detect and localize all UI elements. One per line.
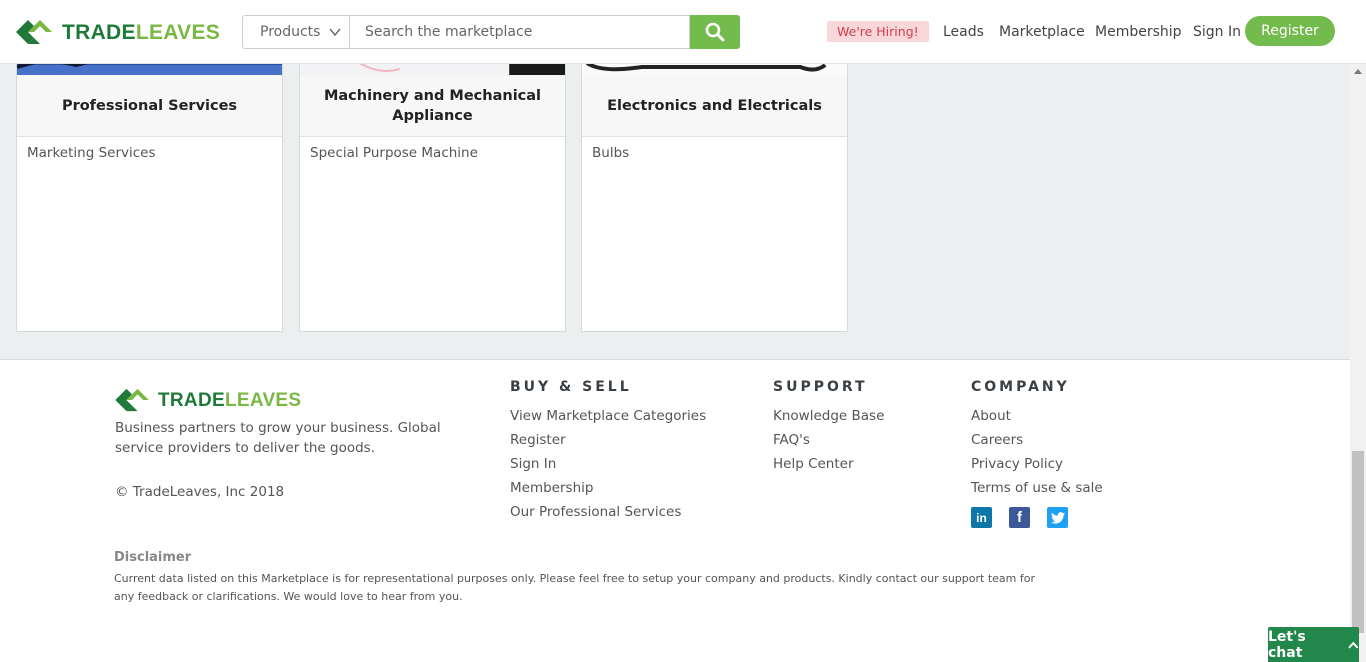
nav-sign-in[interactable]: Sign In bbox=[1193, 23, 1241, 41]
logo-text: TRADELEAVES bbox=[62, 22, 220, 43]
category-card-electronics[interactable]: Electronics and Electricals Bulbs bbox=[581, 54, 848, 332]
scrollbar-thumb[interactable] bbox=[1352, 451, 1364, 633]
nav-leads[interactable]: Leads bbox=[943, 23, 984, 41]
footer-link-careers[interactable]: Careers bbox=[971, 431, 1023, 449]
disclaimer-title: Disclaimer bbox=[114, 550, 192, 565]
category-title[interactable]: Machinery and Mechanical Appliance bbox=[300, 75, 565, 137]
logo-mark-icon bbox=[16, 20, 52, 44]
footer-link-faqs[interactable]: FAQ's bbox=[773, 431, 810, 449]
site-logo[interactable]: TRADELEAVES bbox=[16, 18, 220, 46]
footer-link-help-center[interactable]: Help Center bbox=[773, 455, 854, 473]
search-category-select[interactable]: Products bbox=[242, 15, 349, 49]
site-header: TRADELEAVES Products We're Hiring! Leads… bbox=[0, 0, 1366, 64]
chevron-down-icon bbox=[329, 28, 341, 37]
footer-logo[interactable]: TRADELEAVES bbox=[115, 387, 301, 413]
category-subitem[interactable]: Special Purpose Machine bbox=[310, 145, 478, 161]
disclaimer-text: Current data listed on this Marketplace … bbox=[114, 572, 1035, 603]
scroll-up-arrow-icon[interactable] bbox=[1354, 68, 1362, 74]
footer-link-knowledge-base[interactable]: Knowledge Base bbox=[773, 407, 884, 425]
hiring-badge[interactable]: We're Hiring! bbox=[827, 21, 929, 42]
footer-company-title: COMPANY bbox=[971, 379, 1070, 395]
category-subitem[interactable]: Marketing Services bbox=[27, 145, 156, 161]
category-title[interactable]: Professional Services bbox=[17, 75, 282, 137]
footer-support-title: SUPPORT bbox=[773, 379, 868, 395]
search-bar: Products bbox=[242, 15, 740, 49]
logo-text-trade: TRADE bbox=[62, 20, 136, 44]
search-category-value: Products bbox=[260, 24, 321, 40]
search-button[interactable] bbox=[690, 15, 740, 49]
twitter-icon[interactable] bbox=[1047, 507, 1068, 528]
nav-marketplace[interactable]: Marketplace bbox=[999, 23, 1085, 41]
register-button[interactable]: Register bbox=[1245, 16, 1335, 46]
category-subitem[interactable]: Bulbs bbox=[592, 145, 629, 161]
chevron-up-icon bbox=[1348, 641, 1359, 649]
nav-membership[interactable]: Membership bbox=[1095, 23, 1182, 41]
category-title[interactable]: Electronics and Electricals bbox=[582, 75, 847, 137]
footer-link-terms[interactable]: Terms of use & sale bbox=[971, 479, 1103, 497]
search-icon bbox=[705, 22, 725, 42]
page-scrollbar[interactable] bbox=[1350, 64, 1366, 662]
footer-link-sign-in[interactable]: Sign In bbox=[510, 455, 556, 473]
site-footer: TRADELEAVES Business partners to grow yo… bbox=[0, 360, 1350, 662]
linkedin-icon[interactable]: in bbox=[971, 507, 992, 528]
search-input[interactable] bbox=[349, 15, 690, 49]
facebook-icon[interactable]: f bbox=[1009, 507, 1030, 528]
logo-text-leaves: LEAVES bbox=[135, 20, 221, 44]
chat-label: Let's chat bbox=[1268, 628, 1306, 661]
lets-chat-button[interactable]: Let's chat bbox=[1268, 627, 1359, 662]
twitter-bird-glyph bbox=[1050, 511, 1065, 524]
footer-tagline: Business partners to grow your business.… bbox=[115, 420, 441, 456]
logo-text: TRADELEAVES bbox=[158, 391, 301, 410]
category-card-professional-services[interactable]: Professional Services Marketing Services bbox=[16, 54, 283, 332]
footer-link-privacy-policy[interactable]: Privacy Policy bbox=[971, 455, 1063, 473]
footer-link-about[interactable]: About bbox=[971, 407, 1011, 425]
footer-link-view-categories[interactable]: View Marketplace Categories bbox=[510, 407, 706, 425]
footer-link-register[interactable]: Register bbox=[510, 431, 566, 449]
footer-copyright: © TradeLeaves, Inc 2018 bbox=[115, 484, 285, 500]
footer-link-professional-services[interactable]: Our Professional Services bbox=[510, 503, 681, 521]
category-section: Professional Services Marketing Services… bbox=[0, 54, 1350, 360]
logo-text-leaves: LEAVES bbox=[224, 389, 302, 411]
footer-buy-sell-title: BUY & SELL bbox=[510, 379, 632, 395]
footer-link-membership[interactable]: Membership bbox=[510, 479, 593, 497]
logo-mark-icon bbox=[115, 388, 149, 412]
category-card-machinery[interactable]: Machinery and Mechanical Appliance Speci… bbox=[299, 54, 566, 332]
logo-text-trade: TRADE bbox=[158, 389, 225, 411]
